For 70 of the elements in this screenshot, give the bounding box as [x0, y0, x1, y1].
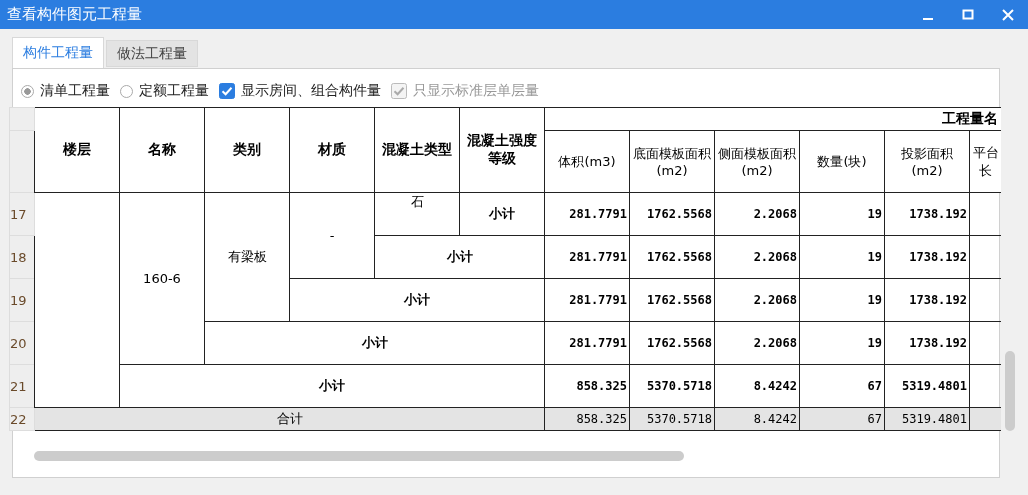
- checkbox-option[interactable]: 显示房间、组合构件量: [219, 82, 381, 100]
- tab[interactable]: 做法工程量: [106, 40, 198, 67]
- row-number: 18: [9, 235, 35, 279]
- table-cell: 2.2068: [714, 321, 800, 365]
- row-number: 20: [9, 321, 35, 365]
- table-cell: 19: [799, 321, 885, 365]
- horizontal-scrollbar[interactable]: [34, 451, 684, 461]
- table-cell: 2.2068: [714, 278, 800, 322]
- table-cell: 5370.5718: [629, 364, 715, 408]
- column-header: 侧面模板面积(m2): [714, 130, 800, 193]
- row-number: 21: [9, 364, 35, 408]
- table-cell: 2.2068: [714, 192, 800, 236]
- column-header: 混凝土强度等级: [459, 107, 545, 193]
- table-cell: 合计: [34, 407, 545, 431]
- column-header: 类别: [204, 107, 290, 193]
- table-cell: 小计: [374, 235, 545, 279]
- radio-option[interactable]: 定额工程量: [120, 82, 209, 100]
- row-number: 19: [9, 278, 35, 322]
- column-group-header: 工程量名: [544, 107, 1001, 131]
- table-cell: 281.7791: [544, 192, 630, 236]
- table-cell: 1738.192: [884, 278, 970, 322]
- column-header: 混凝土类型: [374, 107, 460, 193]
- table-cell: 小计: [459, 192, 545, 236]
- table-cell: 19: [799, 235, 885, 279]
- table-cell: 1762.5568: [629, 235, 715, 279]
- table-cell: 281.7791: [544, 321, 630, 365]
- table-cell: 8.4242: [714, 407, 800, 431]
- column-header: 体积(m3): [544, 130, 630, 193]
- table-cell: 19: [799, 192, 885, 236]
- table-cell: 石: [374, 192, 460, 236]
- radio-option[interactable]: 清单工程量: [21, 82, 110, 100]
- table-cell: 858.325: [544, 364, 630, 408]
- table-cell: 67: [799, 364, 885, 408]
- table-cell: -: [289, 192, 375, 279]
- row-number: 17: [9, 192, 35, 236]
- window-title: 查看构件图元工程量: [7, 5, 142, 24]
- column-header: 底面模板面积(m2): [629, 130, 715, 193]
- table-cell: 小计: [204, 321, 545, 365]
- column-header: 楼层: [34, 107, 120, 193]
- table-cell: 5319.4801: [884, 364, 970, 408]
- table-cell: 281.7791: [544, 278, 630, 322]
- tab[interactable]: 构件工程量: [12, 37, 104, 68]
- column-header: 材质: [289, 107, 375, 193]
- table-cell: 19: [799, 278, 885, 322]
- table-cell: 5319.4801: [884, 407, 970, 431]
- table-cell: 1738.192: [884, 192, 970, 236]
- table-cell: 1762.5568: [629, 192, 715, 236]
- table-cell: 1762.5568: [629, 278, 715, 322]
- table-cell: 858.325: [544, 407, 630, 431]
- table-cell: 2.2068: [714, 235, 800, 279]
- table-cell: 160-6: [119, 192, 205, 365]
- maximize-icon: [962, 8, 974, 21]
- table-cell: 281.7791: [544, 235, 630, 279]
- close-icon: [1002, 8, 1014, 21]
- column-header: 投影面积(m2): [884, 130, 970, 193]
- column-header: 名称: [119, 107, 205, 193]
- table-cell: 5370.5718: [629, 407, 715, 431]
- table-cell: 1738.192: [884, 321, 970, 365]
- vertical-scrollbar[interactable]: [1005, 351, 1015, 431]
- table-cell: 1738.192: [884, 235, 970, 279]
- row-number: 22: [9, 407, 35, 431]
- table-cell: 1762.5568: [629, 321, 715, 365]
- column-header: 数量(块): [799, 130, 885, 193]
- table-cell: 67: [799, 407, 885, 431]
- table-cell: 小计: [119, 364, 545, 408]
- table-cell: 小计: [289, 278, 545, 322]
- minimize-icon: [923, 17, 933, 20]
- table-cell: 8.4242: [714, 364, 800, 408]
- table-cell: 有梁板: [204, 192, 290, 322]
- column-header: 平台长: [969, 130, 1001, 193]
